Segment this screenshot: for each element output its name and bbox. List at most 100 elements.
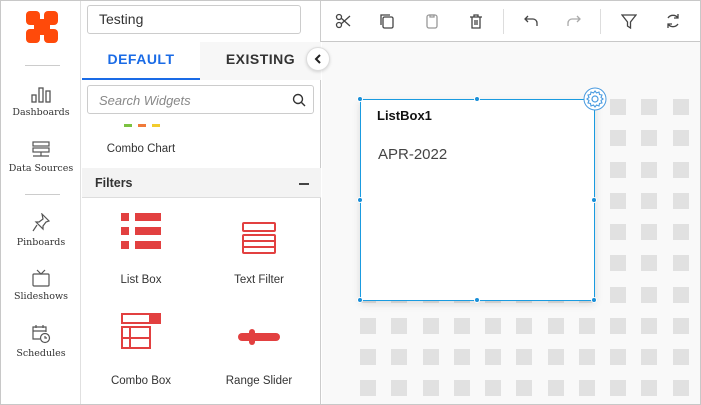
grid-cell [610,192,626,209]
collapse-minus-icon[interactable] [299,183,309,185]
tab-default[interactable]: DEFAULT [82,42,200,80]
widget-text-filter[interactable]: Text Filter [200,222,318,286]
grid-cell [672,130,689,147]
grid-cell [672,99,689,115]
resize-handle[interactable] [474,297,480,303]
sidebar-item-label: Dashboards [12,107,70,118]
divider [25,65,60,66]
grid-cell [578,380,595,397]
grid-cell [610,255,626,272]
tab-existing[interactable]: EXISTING [200,42,321,80]
widget-label: Combo Box [110,375,172,387]
divider [600,9,601,34]
cut-icon[interactable] [335,13,351,29]
sidebar-item-schedules[interactable]: Schedules [1,324,81,359]
grid-cell [360,349,376,365]
grid-cell [610,130,626,147]
grid-cell [516,317,533,334]
widget-label: List Box [120,274,162,286]
widget-label: Text Filter [234,274,284,286]
grid-cell [641,161,658,178]
range-slider-icon [238,329,280,345]
bar-chart-icon [31,87,51,103]
resize-handle[interactable] [357,197,363,203]
grid-cell [672,161,689,178]
grid-cell [360,380,376,397]
pin-icon [32,213,50,232]
grid-cell [453,317,470,334]
widget-combo-box[interactable]: Combo Box [82,313,200,387]
tv-icon [32,269,50,287]
grid-cell [672,255,689,272]
grid-cell [641,317,658,334]
widget-list-box[interactable]: List Box [82,213,200,286]
grid-cell [453,349,470,365]
resize-handle[interactable] [591,297,597,303]
grid-cell [360,317,376,334]
grid-cell [391,317,408,334]
widget-label: Range Slider [225,375,293,387]
sidebar-item-label: Data Sources [8,163,74,174]
grid-cell [672,192,689,209]
widget-title: ListBox1 [377,108,432,123]
sidebar-item-label: Pinboards [16,237,66,248]
grid-cell [610,380,626,397]
refresh-icon[interactable] [665,13,681,29]
grid-cell [641,192,658,209]
list-box-icon [121,213,161,249]
paste-icon[interactable] [424,13,440,29]
grid-cell [391,380,408,397]
widget-combo-chart[interactable]: Combo Chart [82,143,200,155]
search-widgets-input[interactable]: Search Widgets [87,85,314,114]
widget-range-slider[interactable]: Range Slider [200,329,318,387]
grid-cell [485,380,501,397]
grid-cell [578,317,595,334]
grid-cell [610,317,626,334]
copy-icon[interactable] [379,13,395,29]
grid-cell [610,99,626,115]
listbox-item[interactable]: APR-2022 [378,146,447,163]
grid-cell [610,224,626,240]
listbox-widget[interactable]: ListBox1 APR-2022 [360,99,595,301]
grid-cell [641,130,658,147]
grid-cell [672,380,689,397]
grid-cell [641,286,658,303]
dashboard-title-input[interactable]: Testing [87,5,301,34]
delete-icon[interactable] [468,13,484,29]
calendar-clock-icon [32,325,51,344]
grid-cell [547,317,564,334]
sidebar: Dashboards Data Sources Pinboards Slides… [1,1,81,404]
text-filter-icon [242,222,276,254]
grid-cell [672,317,689,334]
sidebar-item-dashboards[interactable]: Dashboards [1,85,81,118]
app-logo [26,11,58,43]
resize-handle[interactable] [357,297,363,303]
grid-cell [516,349,533,365]
grid-cell [485,317,501,334]
combo-chart-icon [124,124,160,127]
grid-cell [610,286,626,303]
grid-cell [641,224,658,240]
resize-handle[interactable] [591,197,597,203]
grid-cell [641,380,658,397]
gear-icon[interactable] [583,87,607,111]
grid-cell [422,380,439,397]
combo-box-icon [121,313,161,349]
grid-cell [641,99,658,115]
filters-section-header[interactable]: Filters [82,168,321,198]
sidebar-item-slideshows[interactable]: Slideshows [1,269,81,302]
collapse-panel-button[interactable] [306,47,330,71]
grid-cell [641,255,658,272]
undo-icon[interactable] [523,13,539,29]
redo-icon[interactable] [566,13,582,29]
grid-cell [453,380,470,397]
search-placeholder: Search Widgets [99,93,191,108]
server-icon [32,141,50,157]
sidebar-item-label: Schedules [16,348,66,359]
sidebar-item-data-sources[interactable]: Data Sources [1,141,81,174]
filter-icon[interactable] [621,13,637,29]
resize-handle[interactable] [474,96,480,102]
resize-handle[interactable] [357,96,363,102]
sidebar-item-pinboards[interactable]: Pinboards [1,213,81,248]
grid-cell [422,317,439,334]
